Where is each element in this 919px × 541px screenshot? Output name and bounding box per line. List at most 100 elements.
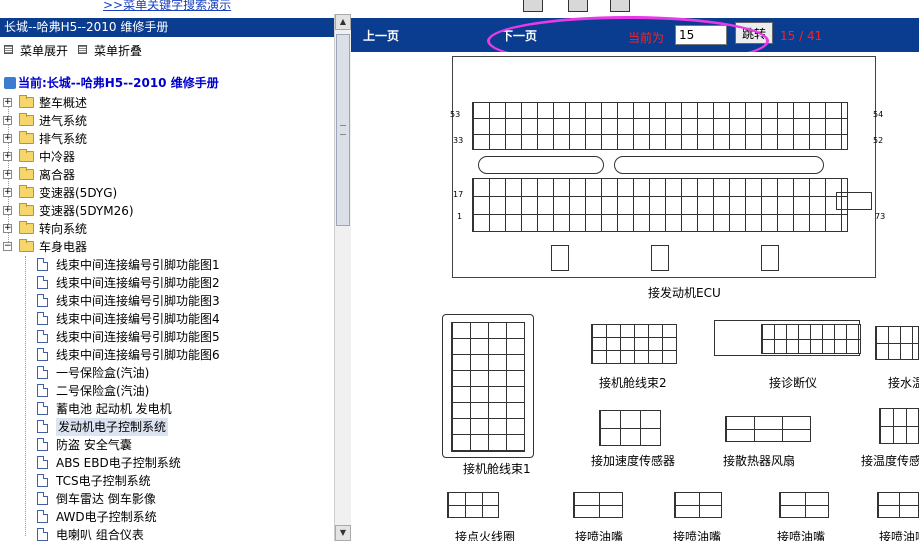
connector-label: 接水温 — [888, 376, 919, 390]
computer-icon — [4, 77, 16, 89]
expand-icon — [4, 45, 13, 54]
tree-document-item[interactable]: 线束中间连接编号引脚功能图4 — [0, 310, 330, 328]
tree-document-item[interactable]: 防盗 安全气囊 — [0, 436, 330, 454]
document-icon — [37, 366, 48, 379]
tree-folder-item[interactable]: − 车身电器 — [0, 238, 330, 256]
top-strip: >>菜单关键字搜索演示 — [0, 0, 919, 14]
menu-collapse-control[interactable]: 菜单折叠 — [78, 42, 142, 59]
tree-document-item[interactable]: 发动机电子控制系统 — [0, 418, 330, 436]
expand-toggle-icon[interactable]: + — [3, 188, 12, 197]
expand-toggle-icon[interactable]: + — [3, 206, 12, 215]
prev-page-link[interactable]: 上一页 — [363, 27, 399, 44]
pin-number: 73 — [875, 212, 886, 221]
tree-folder-item[interactable]: + 整车概述 — [0, 94, 330, 112]
document-icon — [37, 474, 48, 487]
expand-toggle-icon[interactable]: + — [3, 134, 12, 143]
tree-document-label: 线束中间连接编号引脚功能图3 — [56, 294, 220, 308]
connector-ignition-coil — [447, 492, 499, 518]
toolbar-button-3[interactable] — [610, 0, 630, 12]
tree-document-item[interactable]: 线束中间连接编号引脚功能图5 — [0, 328, 330, 346]
scroll-up-arrow-icon[interactable]: ▲ — [335, 14, 351, 30]
collapse-icon — [78, 45, 87, 54]
scrollbar-thumb[interactable] — [336, 34, 350, 226]
tree-folder-label: 进气系统 — [39, 114, 88, 128]
folder-icon — [19, 149, 34, 162]
document-icon — [37, 420, 48, 433]
tree-folder-label: 变速器(5DYG) — [39, 186, 118, 200]
folder-icon — [19, 203, 34, 216]
tree-document-item[interactable]: 电喇叭 组合仪表 — [0, 526, 330, 541]
tree-document-label: 防盗 安全气囊 — [56, 438, 132, 452]
tree-folder-item[interactable]: + 转向系统 — [0, 220, 330, 238]
expand-toggle-icon[interactable]: + — [3, 116, 12, 125]
ecu-key-slot-left — [478, 156, 604, 174]
tree-folder-label: 离合器 — [39, 168, 76, 182]
connector-label: 接喷油嘴 — [777, 530, 826, 541]
scroll-down-arrow-icon[interactable]: ▼ — [335, 525, 351, 541]
tree-scrollbar[interactable]: ▲ ▼ — [334, 14, 351, 541]
tree-document-label: 线束中间连接编号引脚功能图1 — [56, 258, 220, 272]
tree-document-label: 二号保险盒(汽油) — [56, 384, 150, 398]
tree-document-label: 电喇叭 组合仪表 — [56, 528, 144, 541]
tree-document-item[interactable]: 一号保险盒(汽油) — [0, 364, 330, 382]
tree-folder-label: 变速器(5DYM26) — [39, 204, 134, 218]
expand-toggle-icon[interactable]: + — [3, 224, 12, 233]
expand-toggle-icon[interactable]: + — [3, 98, 12, 107]
tree-document-label: 线束中间连接编号引脚功能图6 — [56, 348, 220, 362]
tree-document-label: 倒车雷达 倒车影像 — [56, 492, 156, 506]
tree-folder-item[interactable]: + 变速器(5DYG) — [0, 184, 330, 202]
tree-document-item[interactable]: TCS电子控制系统 — [0, 472, 330, 490]
tree-folder-label: 转向系统 — [39, 222, 88, 236]
connector-label: 接机舱线束1 — [463, 462, 531, 476]
ecu-label: 接发动机ECU — [648, 286, 721, 300]
tree-document-item[interactable]: 线束中间连接编号引脚功能图1 — [0, 256, 330, 274]
ecu-pin-block-upper — [472, 102, 848, 150]
folder-icon — [19, 221, 34, 234]
expand-toggle-icon[interactable]: + — [3, 152, 12, 161]
collapse-toggle-icon[interactable]: − — [3, 242, 12, 251]
pin-number: 53 — [450, 110, 461, 119]
tree-document-item[interactable]: 线束中间连接编号引脚功能图2 — [0, 274, 330, 292]
current-location-text: 当前:长城--哈弗H5--2010 维修手册 — [18, 76, 219, 90]
document-icon — [37, 528, 48, 541]
wiring-diagram: 53 33 17 1 73 52 54 接发动机ECU 接机舱线束1 接机舱线束… — [351, 52, 919, 541]
tree-document-label: 蓄电池 起动机 发电机 — [56, 402, 172, 416]
tree-folder-item[interactable]: + 变速器(5DYM26) — [0, 202, 330, 220]
expand-toggle-icon[interactable]: + — [3, 170, 12, 179]
tree-folder-item[interactable]: + 进气系统 — [0, 112, 330, 130]
tree-document-item[interactable]: 线束中间连接编号引脚功能图6 — [0, 346, 330, 364]
connector-label: 接诊断仪 — [769, 376, 818, 390]
tree-folder-label: 中冷器 — [39, 150, 76, 164]
tree-document-item[interactable]: 线束中间连接编号引脚功能图3 — [0, 292, 330, 310]
connector-accel-sensor — [599, 410, 661, 446]
toolbar-button-2[interactable] — [568, 0, 588, 12]
document-icon — [37, 402, 48, 415]
tree-document-label: AWD电子控制系统 — [56, 510, 157, 524]
connector-injector-1 — [573, 492, 623, 518]
tree-document-label: TCS电子控制系统 — [56, 474, 151, 488]
tree-folder-item[interactable]: + 排气系统 — [0, 130, 330, 148]
pin-number: 1 — [457, 212, 463, 221]
menu-expand-control[interactable]: 菜单展开 — [4, 42, 68, 59]
ecu-clip-1 — [551, 245, 569, 271]
tree-document-item[interactable]: 蓄电池 起动机 发电机 — [0, 400, 330, 418]
document-icon — [37, 456, 48, 469]
keyword-search-demo-link[interactable]: >>菜单关键字搜索演示 — [103, 0, 231, 13]
tree-document-item[interactable]: 二号保险盒(汽油) — [0, 382, 330, 400]
tree-document-item[interactable]: ABS EBD电子控制系统 — [0, 454, 330, 472]
content-panel: 上一页 下一页 当前为 跳转 15 / 41 53 33 17 1 73 52 … — [351, 14, 919, 541]
tree-folder-item[interactable]: + 离合器 — [0, 166, 330, 184]
folder-icon — [19, 95, 34, 108]
menu-collapse-label: 菜单折叠 — [94, 44, 143, 58]
toolbar-button-1[interactable] — [523, 0, 543, 12]
tree-document-item[interactable]: 倒车雷达 倒车影像 — [0, 490, 330, 508]
folder-icon — [19, 131, 34, 144]
connector-harness-1-outline — [442, 314, 534, 458]
document-icon — [37, 510, 48, 523]
connector-injector-2 — [674, 492, 722, 518]
tree-folder-item[interactable]: + 中冷器 — [0, 148, 330, 166]
tree-document-item[interactable]: AWD电子控制系统 — [0, 508, 330, 526]
folder-icon — [19, 239, 34, 252]
menu-expand-label: 菜单展开 — [20, 44, 69, 58]
folder-icon — [19, 185, 34, 198]
